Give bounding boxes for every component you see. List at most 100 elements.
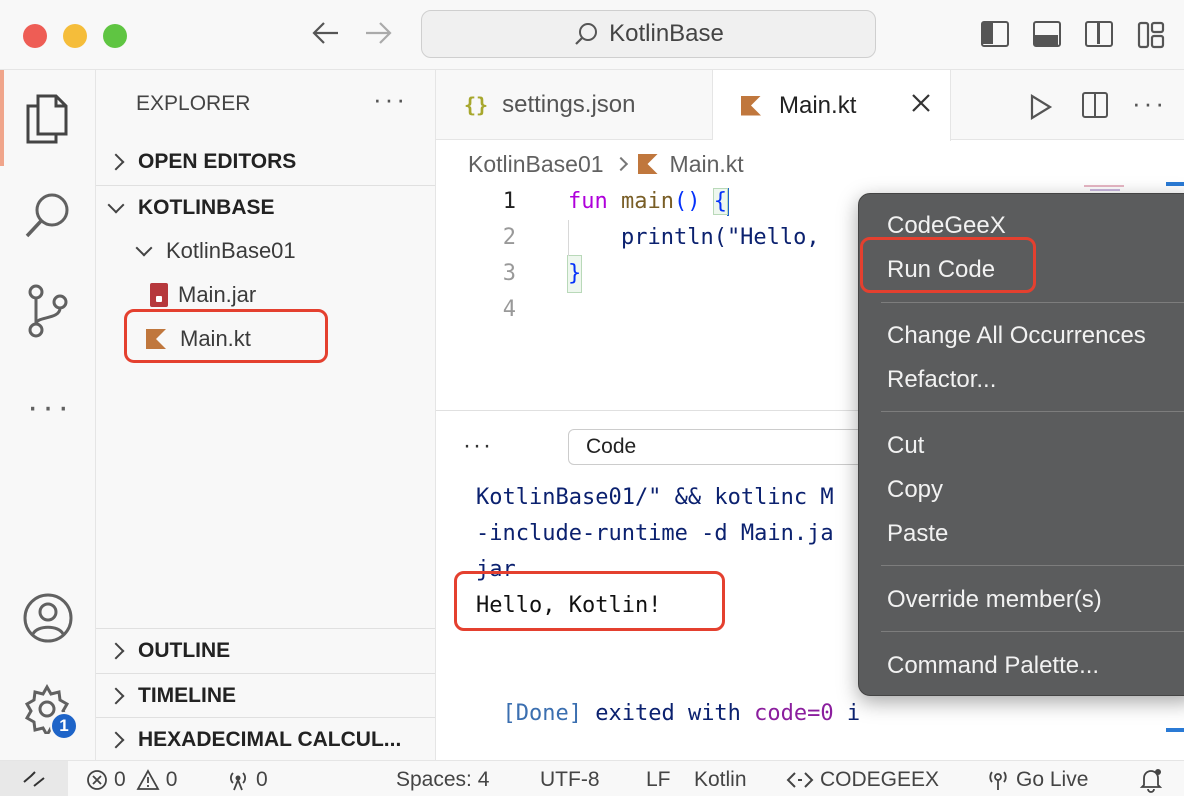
kotlinbase-section[interactable]: KOTLINBASE (96, 185, 435, 229)
ports-count: 0 (256, 768, 268, 791)
accounts-icon[interactable] (22, 592, 74, 649)
codegeex-label: CODEGEEX (820, 768, 940, 791)
hexadecimal-calculator-section[interactable]: HEXADECIMAL CALCUL... (96, 717, 435, 761)
error-count: 0 (114, 768, 126, 791)
breadcrumb-folder[interactable]: KotlinBase01 (468, 151, 604, 178)
kotlin-icon (741, 95, 761, 116)
run-icon[interactable] (1029, 94, 1053, 125)
chevron-right-icon (107, 153, 125, 171)
timeline-label: TIMELINE (138, 683, 236, 707)
code-brace: { (712, 188, 729, 215)
menu-item-cut[interactable]: Cut (887, 426, 924, 466)
remote-indicator-icon[interactable] (0, 761, 68, 796)
kotlin-icon (637, 154, 658, 174)
jar-file-icon (150, 283, 168, 307)
menu-item-paste[interactable]: Paste (887, 514, 948, 554)
outline-label: OUTLINE (138, 638, 231, 662)
explorer-sidebar: EXPLORER ··· OPEN EDITORS KOTLINBASE Kot… (96, 70, 436, 760)
manage-gear-icon[interactable]: 1 (22, 683, 78, 740)
line-number: 2 (502, 225, 516, 250)
code-brace: } (566, 255, 583, 293)
encoding-indicator[interactable]: UTF-8 (540, 766, 600, 794)
warning-count: 0 (165, 768, 178, 791)
active-indicator (0, 70, 4, 166)
source-control-icon[interactable] (22, 284, 72, 343)
folder-label: KotlinBase01 (166, 238, 296, 263)
error-icon (87, 770, 107, 790)
command-center-search[interactable]: KotlinBase (421, 10, 876, 58)
chevron-down-icon (107, 196, 125, 213)
scroll-indicator (1166, 182, 1184, 186)
minimize-window-button[interactable] (63, 24, 87, 48)
hexcalc-label: HEXADECIMAL CALCUL... (138, 727, 402, 751)
file-label: Main.jar (178, 282, 257, 307)
indent-guide (568, 220, 569, 256)
code-text: println("Hello, (568, 225, 833, 250)
toggle-secondary-sidebar-icon[interactable] (1085, 21, 1113, 47)
eol-indicator[interactable]: LF (646, 766, 671, 794)
codegeex-icon (786, 772, 814, 788)
select-value: Code (586, 435, 637, 458)
indentation-indicator[interactable]: Spaces: 4 (396, 766, 489, 794)
editor-tab-bar: {} settings.json Main.kt ··· (436, 70, 1184, 141)
tab-label: Main.kt (779, 91, 857, 119)
activity-bar: ··· 1 (0, 70, 96, 760)
menu-item-copy[interactable]: Copy (887, 470, 943, 510)
menu-separator (881, 411, 1184, 412)
search-icon[interactable] (22, 190, 74, 247)
editor-more-icon[interactable]: ··· (1132, 88, 1167, 119)
menu-separator (881, 565, 1184, 566)
toggle-primary-sidebar-icon[interactable] (981, 21, 1009, 47)
text-cursor (726, 188, 729, 216)
problems-indicator[interactable]: 0 0 (86, 766, 177, 794)
notifications-bell-icon[interactable] (1138, 766, 1164, 794)
chevron-down-icon (135, 239, 153, 257)
done-tag: [Done] (502, 701, 582, 726)
tab-main-kt[interactable]: Main.kt (713, 70, 951, 141)
back-arrow-icon[interactable] (310, 18, 342, 56)
go-live-button[interactable]: Go Live (986, 766, 1088, 794)
search-icon (575, 23, 598, 45)
zoom-window-button[interactable] (103, 24, 127, 48)
chevron-right-icon (107, 687, 125, 704)
customize-layout-icon[interactable] (1137, 21, 1165, 54)
menu-separator (881, 302, 1184, 303)
menu-item-command-palette[interactable]: Command Palette... (887, 646, 1099, 686)
codegeex-indicator[interactable]: CODEGEEX (786, 766, 939, 794)
explorer-more-icon[interactable]: ··· (373, 84, 408, 115)
menu-item-refactor[interactable]: Refactor... (887, 360, 996, 400)
tab-settings-json[interactable]: {} settings.json (436, 70, 713, 140)
split-editor-icon[interactable] (1082, 92, 1108, 118)
outline-section[interactable]: OUTLINE (96, 628, 435, 672)
more-views-icon[interactable]: ··· (27, 388, 73, 427)
forward-arrow-icon[interactable] (362, 18, 394, 56)
breadcrumb-file[interactable]: Main.kt (670, 151, 744, 178)
ports-indicator[interactable]: 0 (226, 766, 268, 794)
menu-item-override-members[interactable]: Override member(s) (887, 580, 1102, 620)
line-number: 3 (502, 261, 516, 286)
open-editors-label: OPEN EDITORS (138, 150, 297, 173)
toggle-panel-icon[interactable] (1033, 21, 1061, 47)
warning-icon (136, 769, 160, 790)
open-editors-section[interactable]: OPEN EDITORS (96, 140, 435, 184)
menu-item-change-all-occurrences[interactable]: Change All Occurrences (887, 316, 1146, 356)
menu-separator (881, 631, 1184, 632)
output-line: -include-runtime -d Main.ja (476, 521, 834, 546)
highlight-box-output (454, 571, 725, 631)
folder-kotlinbase01[interactable]: KotlinBase01 (96, 229, 435, 273)
go-live-icon (989, 771, 1007, 790)
explorer-files-icon[interactable] (22, 92, 72, 151)
code-parens: () (673, 189, 714, 214)
breadcrumb: KotlinBase01 Main.kt (468, 146, 744, 182)
status-bar: 0 0 0 Spaces: 4 UTF-8 LF Kotlin CODEGEEX… (0, 760, 1184, 796)
tab-label: settings.json (502, 91, 636, 118)
close-tab-icon[interactable] (910, 92, 932, 121)
highlight-box-file (124, 309, 328, 363)
output-channel-select[interactable]: Code (568, 429, 868, 465)
timeline-section[interactable]: TIMELINE (96, 673, 435, 717)
panel-more-icon[interactable]: ··· (463, 432, 493, 460)
line-number: 1 (502, 189, 516, 214)
language-indicator[interactable]: Kotlin (694, 766, 747, 794)
minimap[interactable] (1084, 182, 1144, 192)
close-window-button[interactable] (23, 24, 47, 48)
